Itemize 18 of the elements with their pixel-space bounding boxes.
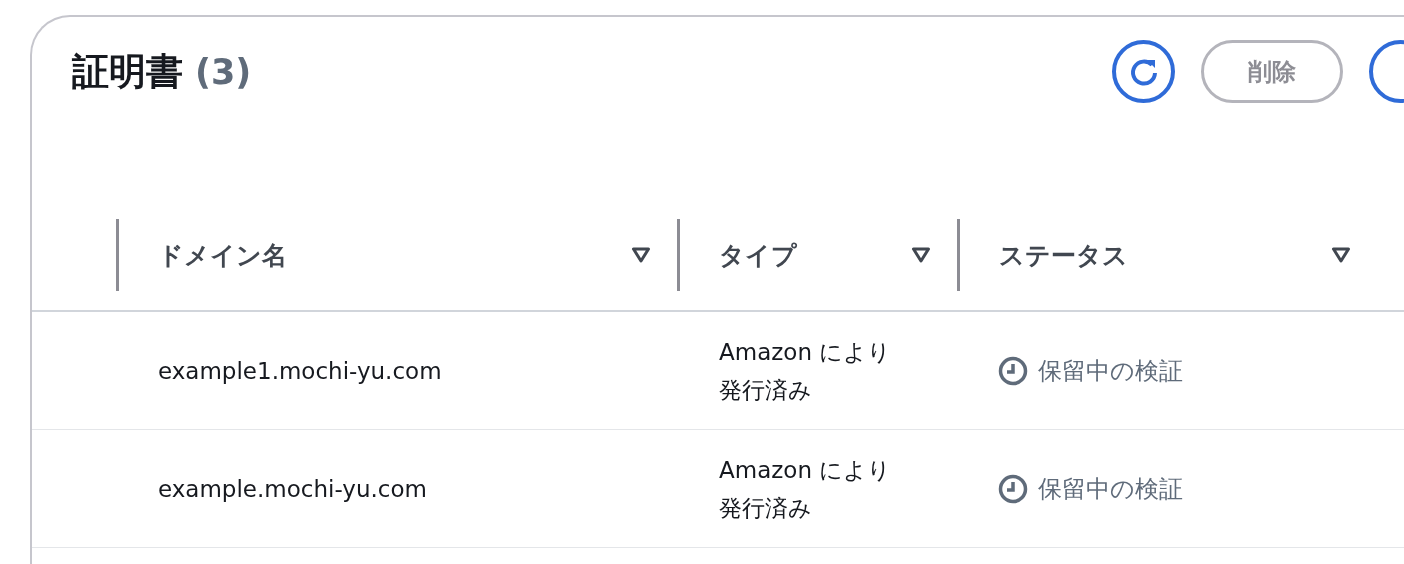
column-header[interactable]: タイプ: [719, 238, 797, 272]
clock-icon: [998, 355, 1028, 386]
clock-icon: [998, 473, 1028, 504]
sort-icon[interactable]: [1331, 247, 1351, 263]
column-header[interactable]: ステータス: [999, 238, 1128, 272]
type-text: 発行済み: [719, 376, 812, 403]
sort-icon[interactable]: [911, 247, 931, 263]
type-text: 発行済み: [719, 494, 812, 521]
column-header[interactable]: ドメイン名: [158, 238, 287, 272]
table-cell-text: example.mochi-yu.com: [157, 475, 428, 502]
page-title: 証明書: [72, 48, 183, 95]
status-text: 保留中の検証: [1038, 473, 1183, 505]
table-cell-text: example1.mochi-yu.com: [157, 357, 443, 384]
item-count: (3): [195, 51, 252, 92]
sort-icon[interactable]: [631, 247, 651, 263]
status-text: 保留中の検証: [1038, 355, 1183, 387]
type-text: Amazon により: [719, 338, 892, 365]
type-text: Amazon により: [719, 456, 892, 483]
